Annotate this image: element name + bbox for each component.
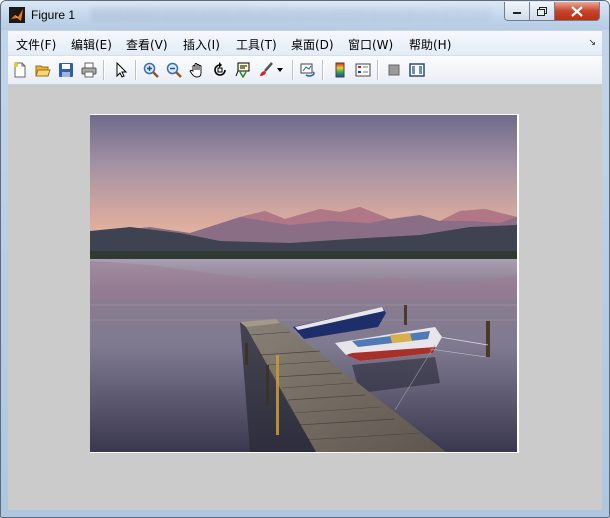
dock-arrow-icon[interactable]: ↘	[588, 38, 596, 48]
maximize-button[interactable]	[529, 2, 555, 21]
minimize-icon	[513, 12, 521, 14]
link-plot-icon[interactable]	[299, 61, 317, 79]
toolbar-separator	[322, 60, 324, 80]
blurred-background-text	[91, 8, 491, 22]
matlab-logo-icon	[9, 7, 25, 23]
legend-icon[interactable]	[354, 61, 372, 79]
pan-hand-icon[interactable]	[188, 61, 206, 79]
new-figure-icon[interactable]	[11, 61, 29, 79]
toolbar-separator	[103, 60, 105, 80]
restore-icon	[537, 6, 547, 16]
menu-insert[interactable]: 插入(I)	[183, 36, 220, 53]
zoom-in-icon[interactable]	[142, 61, 160, 79]
data-cursor-icon[interactable]	[234, 61, 252, 79]
menu-tools[interactable]: 工具(T)	[236, 36, 277, 53]
toolbar-separator	[135, 60, 137, 80]
rotate-3d-icon[interactable]	[211, 61, 229, 79]
open-file-icon[interactable]	[34, 61, 52, 79]
toolbar-separator	[377, 60, 379, 80]
menu-file[interactable]: 文件(F)	[16, 36, 56, 53]
figure-window: Figure 1 文件(F) 编辑(E) 查看(V) 插入(I) 工具(T) 桌…	[0, 0, 610, 518]
lake-dock-photo	[90, 115, 517, 452]
toolbar-separator	[292, 60, 294, 80]
figure-canvas[interactable]	[8, 85, 602, 510]
select-arrow-icon[interactable]	[112, 61, 130, 79]
colorbar-icon[interactable]	[331, 61, 349, 79]
menu-window[interactable]: 窗口(W)	[348, 36, 393, 53]
axes-image[interactable]	[90, 114, 519, 453]
minimize-button[interactable]	[504, 2, 530, 21]
print-icon[interactable]	[80, 61, 98, 79]
window-title: Figure 1	[31, 8, 76, 22]
brush-dropdown-icon[interactable]	[276, 61, 284, 79]
menu-edit[interactable]: 编辑(E)	[71, 36, 112, 53]
close-button[interactable]	[554, 2, 600, 21]
figure-toolbar	[8, 56, 602, 85]
save-icon[interactable]	[57, 61, 75, 79]
menu-view[interactable]: 查看(V)	[126, 36, 168, 53]
close-icon	[571, 5, 583, 17]
menu-help[interactable]: 帮助(H)	[409, 36, 451, 53]
menu-desktop[interactable]: 桌面(D)	[291, 36, 334, 53]
hide-plot-tools-icon[interactable]	[385, 61, 403, 79]
zoom-out-icon[interactable]	[165, 61, 183, 79]
show-plot-tools-icon[interactable]	[408, 61, 426, 79]
brush-icon[interactable]	[257, 61, 275, 79]
title-bar[interactable]: Figure 1	[1, 1, 609, 30]
menu-bar: 文件(F) 编辑(E) 查看(V) 插入(I) 工具(T) 桌面(D) 窗口(W…	[8, 31, 602, 56]
